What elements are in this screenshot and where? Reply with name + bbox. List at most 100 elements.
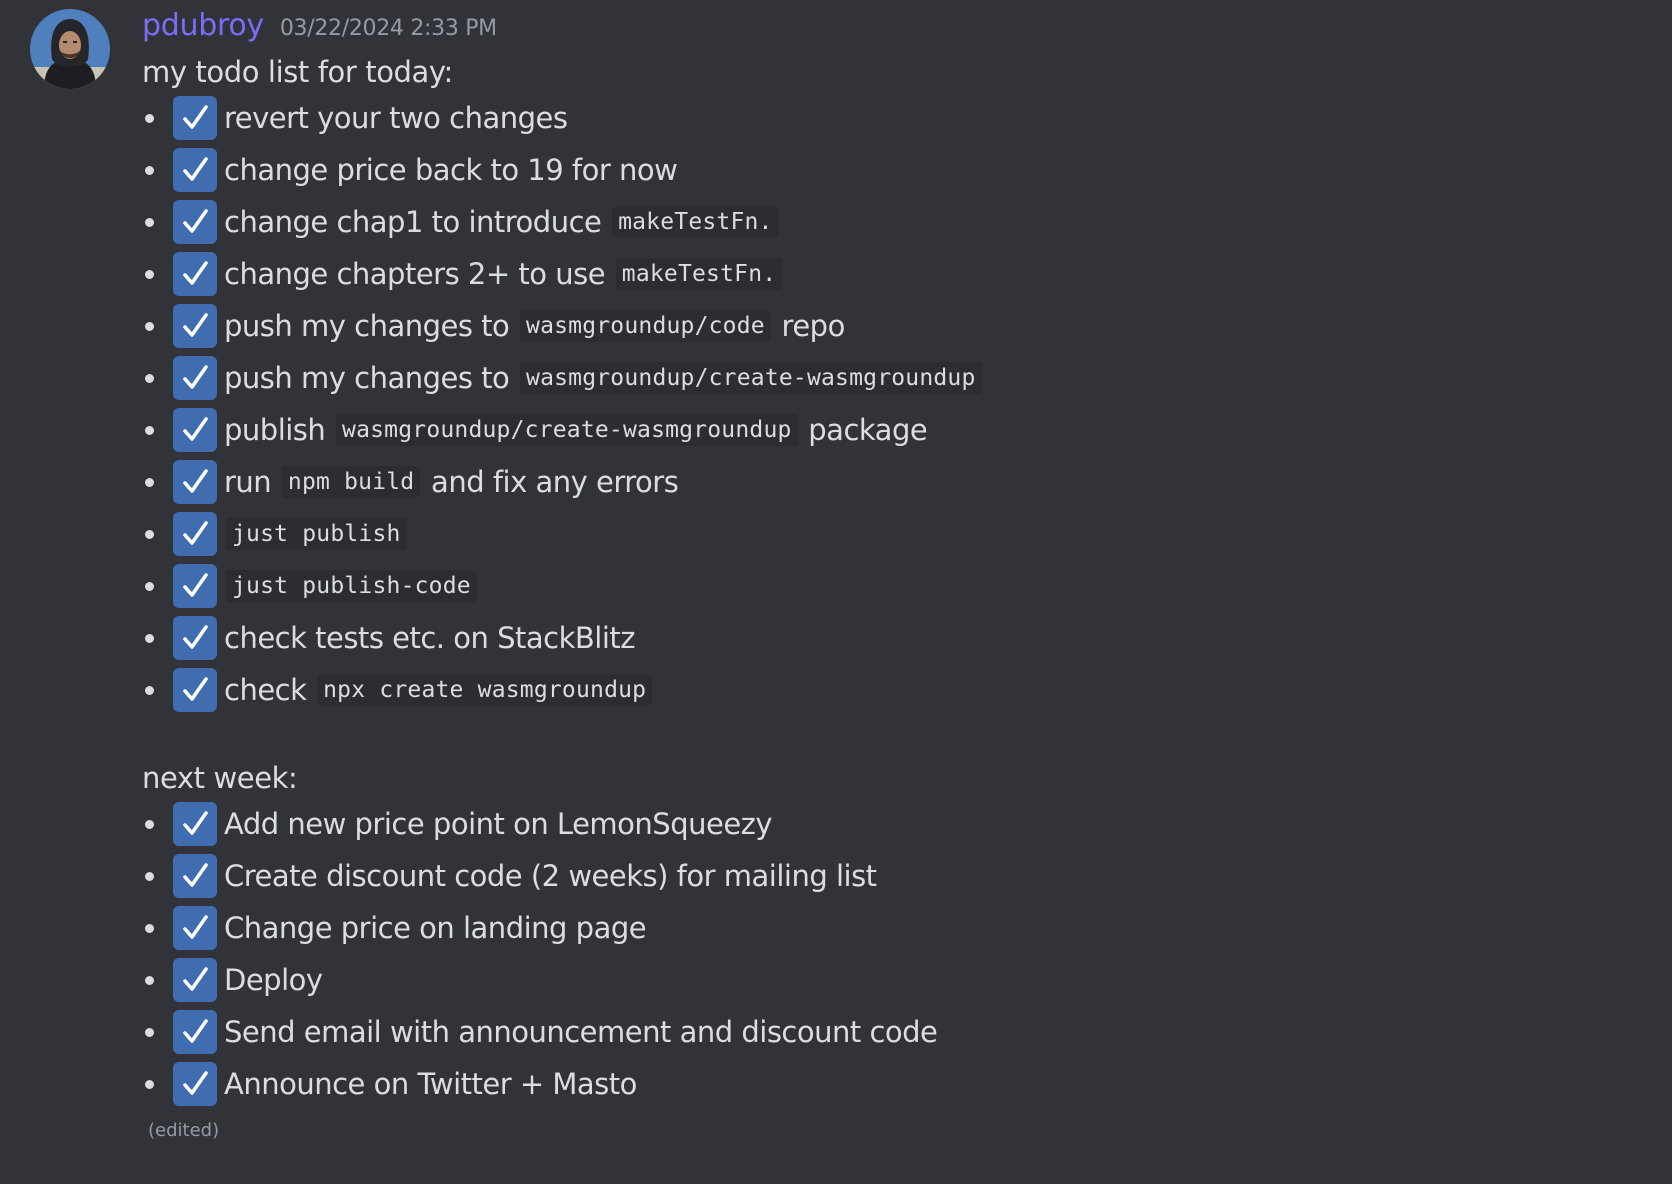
checkbox-checked-icon[interactable] xyxy=(173,668,217,712)
checkmark-icon xyxy=(183,313,208,337)
task-item: Change price on landing page xyxy=(142,902,1672,954)
task-item: Announce on Twitter + Masto xyxy=(142,1058,1672,1110)
checkmark-icon xyxy=(183,261,208,285)
task-text: check npx create wasmgroundup xyxy=(224,673,654,707)
bullet-icon xyxy=(145,923,154,933)
task-text: just publish xyxy=(224,518,409,550)
checkmark-icon xyxy=(183,365,208,389)
checkbox-checked-icon[interactable] xyxy=(173,148,217,192)
task-text: push my changes to wasmgroundup/create-w… xyxy=(224,361,984,395)
task-item: run npm build and fix any errors xyxy=(142,456,1672,508)
checkmark-icon xyxy=(183,677,208,701)
task-text: just publish-code xyxy=(224,570,479,602)
message-content: my todo list for today: revert your two … xyxy=(142,52,1672,1146)
task-text: check tests etc. on StackBlitz xyxy=(224,621,635,655)
task-item: Create discount code (2 weeks) for maili… xyxy=(142,850,1672,902)
inline-code: wasmgroundup/code xyxy=(520,310,771,342)
bullet-icon xyxy=(145,269,154,279)
task-item: change price back to 19 for now xyxy=(142,144,1672,196)
username[interactable]: pdubroy xyxy=(142,8,264,43)
task-text: Create discount code (2 weeks) for maili… xyxy=(224,859,877,893)
inline-code: npx create wasmgroundup xyxy=(317,674,653,706)
inline-code: makeTestFn. xyxy=(612,206,779,238)
checkbox-checked-icon[interactable] xyxy=(173,1062,217,1106)
task-item: Add new price point on LemonSqueezy xyxy=(142,798,1672,850)
checkbox-checked-icon[interactable] xyxy=(173,1010,217,1054)
task-item: Send email with announcement and discoun… xyxy=(142,1006,1672,1058)
today-task-list: revert your two changes change price back… xyxy=(142,92,1672,716)
checkbox-checked-icon[interactable] xyxy=(173,200,217,244)
task-item: change chap1 to introduce makeTestFn. xyxy=(142,196,1672,248)
task-text-segment: Announce on Twitter + Masto xyxy=(224,1067,637,1101)
task-item: revert your two changes xyxy=(142,92,1672,144)
checkbox-checked-icon[interactable] xyxy=(173,356,217,400)
inline-code: just publish xyxy=(226,518,407,550)
checkbox-checked-icon[interactable] xyxy=(173,408,217,452)
checkmark-icon xyxy=(183,863,208,887)
inline-code: wasmgroundup/create-wasmgroundup xyxy=(520,362,982,394)
task-text: change price back to 19 for now xyxy=(224,153,678,187)
checkmark-icon xyxy=(183,209,208,233)
bullet-icon xyxy=(145,581,154,591)
task-text: publish wasmgroundup/create-wasmgroundup… xyxy=(224,413,928,447)
bullet-icon xyxy=(145,1027,154,1037)
bullet-icon xyxy=(145,633,154,643)
checkmark-icon xyxy=(183,967,208,991)
checkbox-checked-icon[interactable] xyxy=(173,96,217,140)
checkmark-icon xyxy=(183,1071,208,1095)
task-item: push my changes to wasmgroundup/create-w… xyxy=(142,352,1672,404)
bullet-icon xyxy=(145,477,154,487)
checkbox-checked-icon[interactable] xyxy=(173,512,217,556)
checkbox-checked-icon[interactable] xyxy=(173,460,217,504)
task-text-segment: push my changes to xyxy=(224,309,519,343)
checkbox-checked-icon[interactable] xyxy=(173,304,217,348)
next-week-heading: next week: xyxy=(142,761,298,795)
task-text-segment: change chap1 to introduce xyxy=(224,205,611,239)
bullet-icon xyxy=(145,165,154,175)
timestamp[interactable]: 03/22/2024 2:33 PM xyxy=(280,16,497,41)
inline-code: npm build xyxy=(281,466,421,498)
edited-label: (edited) xyxy=(148,1120,220,1141)
message-header: pdubroy 03/22/2024 2:33 PM xyxy=(142,8,497,50)
task-item: publish wasmgroundup/create-wasmgroundup… xyxy=(142,404,1672,456)
inline-code: just publish-code xyxy=(226,570,477,602)
user-avatar[interactable] xyxy=(30,9,110,89)
bullet-icon xyxy=(145,819,154,829)
bullet-icon xyxy=(145,217,154,227)
task-text-segment: and fix any errors xyxy=(422,465,679,499)
task-text-segment: Change price on landing page xyxy=(224,911,647,945)
checkmark-icon xyxy=(183,811,208,835)
checkmark-icon xyxy=(183,915,208,939)
bullet-icon xyxy=(145,321,154,331)
task-text-segment: Create discount code (2 weeks) for maili… xyxy=(224,859,877,893)
task-text-segment: push my changes to xyxy=(224,361,519,395)
task-text-segment: revert your two changes xyxy=(224,101,568,135)
checkmark-icon xyxy=(183,573,208,597)
checkbox-checked-icon[interactable] xyxy=(173,564,217,608)
task-text: change chap1 to introduce makeTestFn. xyxy=(224,205,781,239)
checkbox-checked-icon[interactable] xyxy=(173,802,217,846)
checkbox-checked-icon[interactable] xyxy=(173,958,217,1002)
bullet-icon xyxy=(145,1079,154,1089)
bullet-icon xyxy=(145,871,154,881)
task-item: check tests etc. on StackBlitz xyxy=(142,612,1672,664)
task-item: check npx create wasmgroundup xyxy=(142,664,1672,716)
task-text-segment: package xyxy=(799,413,928,447)
checkbox-checked-icon[interactable] xyxy=(173,616,217,660)
checkbox-checked-icon[interactable] xyxy=(173,906,217,950)
bullet-icon xyxy=(145,373,154,383)
chat-message: pdubroy 03/22/2024 2:33 PM my todo list … xyxy=(0,0,1672,1184)
inline-code: wasmgroundup/create-wasmgroundup xyxy=(336,414,798,446)
task-item: push my changes to wasmgroundup/code rep… xyxy=(142,300,1672,352)
checkmark-icon xyxy=(183,521,208,545)
checkbox-checked-icon[interactable] xyxy=(173,252,217,296)
inline-code: makeTestFn. xyxy=(615,258,783,290)
task-text: run npm build and fix any errors xyxy=(224,465,679,499)
checkbox-checked-icon[interactable] xyxy=(173,854,217,898)
avatar-photo-icon xyxy=(30,9,110,89)
bullet-icon xyxy=(145,529,154,539)
task-text-segment: change chapters 2+ to use xyxy=(224,257,614,291)
next-week-task-list: Add new price point on LemonSqueezy Creat… xyxy=(142,798,1672,1110)
checkmark-icon xyxy=(183,1019,208,1043)
